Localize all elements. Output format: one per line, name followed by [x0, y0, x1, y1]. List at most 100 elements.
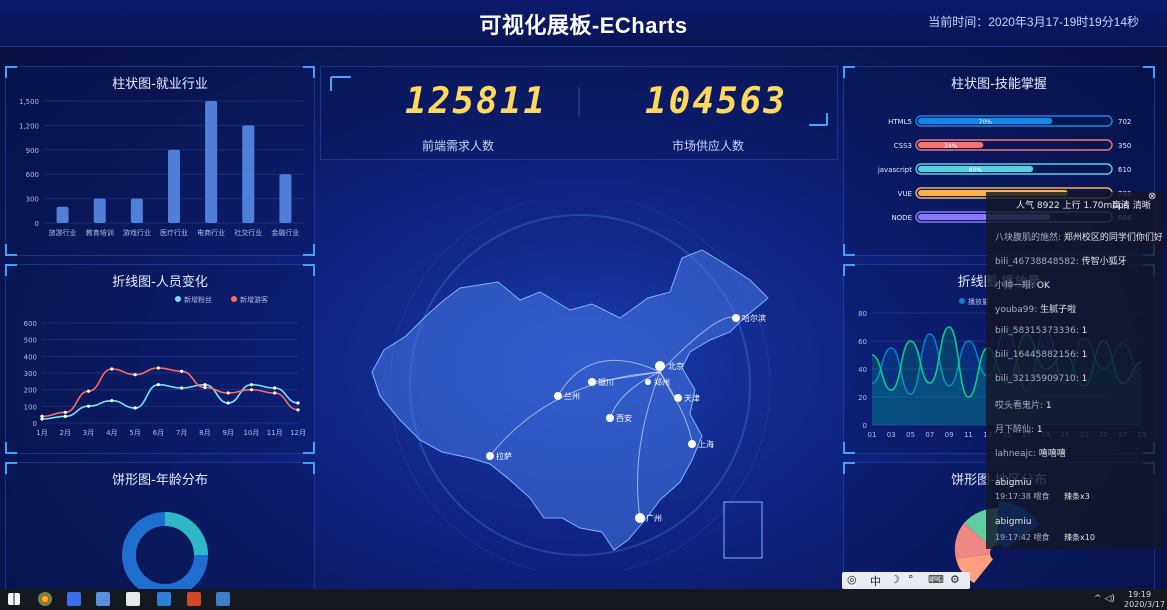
- x-tick-label: 3月: [83, 429, 94, 437]
- city-dot: [655, 361, 665, 371]
- series-point: [156, 366, 160, 370]
- chat-text: 1: [1081, 374, 1088, 384]
- x-tick-label: 金融行业: [271, 228, 299, 237]
- y-tick-label: 1,500: [19, 98, 39, 106]
- y-tick-label: 300: [26, 196, 39, 204]
- legend-marker: [175, 296, 181, 302]
- chat-username[interactable]: youba99:: [995, 305, 1040, 315]
- chrome-icon[interactable]: [38, 592, 52, 606]
- supply-label: 市场供应人数: [672, 139, 745, 153]
- bar: [168, 149, 180, 223]
- series-point: [133, 406, 137, 410]
- chat-username[interactable]: 小帅一眼:: [995, 281, 1037, 291]
- punctuation-icon[interactable]: °: [908, 573, 914, 586]
- legend-label: 新增游客: [240, 295, 268, 304]
- chat-message: 小帅一眼: OK: [995, 278, 1050, 291]
- x-tick-label: 11月: [267, 429, 283, 437]
- panel-title: 柱状图-就业行业: [112, 77, 208, 92]
- chat-username[interactable]: 月下醉仙:: [995, 425, 1037, 435]
- series-point: [110, 367, 114, 371]
- bar: [130, 198, 143, 223]
- line-chart-people: 0 100 200 300 400 500 600 1月 2月 3月 4月 5月 6月 7月 8月 9月 10月…: [24, 295, 306, 437]
- chat-quality[interactable]: 高清 清晰: [1112, 198, 1151, 211]
- series-point: [63, 414, 67, 418]
- legend-marker: [959, 298, 965, 304]
- panel-pie-age: 饼形图-年龄分布: [5, 462, 315, 598]
- tray-date[interactable]: 2020/3/17: [1124, 600, 1165, 609]
- gear-icon[interactable]: ⚙: [950, 573, 960, 586]
- app-icon[interactable]: [96, 592, 110, 606]
- x-tick-label: 6月: [153, 429, 164, 437]
- y-tick-label: 500: [24, 337, 37, 345]
- close-icon[interactable]: ⊗: [1148, 191, 1156, 202]
- x-tick-label: 医疗行业: [160, 228, 188, 237]
- chat-message: 哎头看鬼片: 1: [995, 398, 1052, 411]
- series-point: [63, 410, 67, 414]
- powerpoint-icon[interactable]: [187, 592, 201, 606]
- x-tick-label: 5月: [129, 429, 140, 437]
- skill-percent: 70%: [979, 119, 993, 126]
- x-tick-label: 07: [925, 431, 934, 439]
- y-tick-label: 0: [33, 420, 37, 428]
- skill-label: HTML5: [888, 118, 912, 126]
- supply-number: 104563: [645, 81, 788, 122]
- y-tick-label: 900: [26, 147, 39, 155]
- series-point: [110, 399, 114, 403]
- city-dot: [732, 314, 740, 322]
- skill-total: 350: [1118, 142, 1131, 150]
- chat-username[interactable]: bili_58315373336:: [995, 326, 1082, 336]
- series-point: [296, 401, 300, 405]
- chat-username[interactable]: bili_32135909710:: [995, 374, 1082, 384]
- chat-text: 1: [1081, 350, 1088, 360]
- y-tick-label: 80: [858, 310, 867, 318]
- bar: [93, 198, 106, 223]
- series-point: [226, 391, 230, 395]
- chat-text: 1: [1081, 326, 1088, 336]
- chat-message: lahneajc: 嘻嘻嘻: [995, 446, 1066, 459]
- city-label: 郑州: [654, 377, 670, 387]
- donut-ring-segment: [164, 512, 208, 556]
- y-tick-label: 600: [26, 171, 39, 179]
- vscode-icon[interactable]: [157, 592, 171, 606]
- city-label: 天津: [684, 393, 700, 403]
- city-label: 银川: [598, 377, 614, 387]
- app-icon[interactable]: [126, 592, 140, 606]
- y-tick-label: 400: [24, 353, 37, 361]
- ime-logo-icon[interactable]: ◎: [847, 573, 857, 586]
- chat-username[interactable]: 哎头看鬼片:: [995, 401, 1046, 411]
- tray-icons[interactable]: ^ ◁): [1094, 594, 1115, 604]
- city-dot: [606, 414, 614, 422]
- x-tick-label: 09: [945, 431, 954, 439]
- chat-username[interactable]: 八块腹肌的施然:: [995, 233, 1064, 243]
- app-icon[interactable]: [67, 592, 81, 606]
- moon-icon[interactable]: ☽: [890, 573, 900, 586]
- chat-username[interactable]: bili_16445882156:: [995, 350, 1082, 360]
- city-dot: [486, 452, 494, 460]
- x-tick-label: 游戏行业: [123, 228, 151, 237]
- y-tick-label: 1,200: [19, 122, 39, 130]
- header-bar: 可视化展板-ECharts 当前时间：2020年3月17-19时19分14秒: [0, 0, 1167, 47]
- app-icon[interactable]: [216, 592, 230, 606]
- ime-toolbar[interactable]: ◎ 中 ☽ ° ⌨ ⚙: [842, 572, 970, 589]
- x-tick-label: 4月: [106, 429, 117, 437]
- y-tick-label: 100: [24, 403, 37, 411]
- chat-message: bili_16445882156: 1: [995, 350, 1087, 360]
- y-tick-label: 0: [863, 422, 867, 430]
- demand-label: 前端需求人数: [422, 139, 495, 153]
- series-point: [226, 401, 230, 405]
- y-tick-label: 40: [858, 366, 867, 374]
- start-icon[interactable]: [8, 593, 20, 605]
- china-map: 哈尔滨 北京 天津 银川 兰州 西安 郑州 上海 拉萨 广州: [371, 200, 771, 570]
- city-label: 拉萨: [496, 451, 512, 461]
- chat-username[interactable]: lahneajc:: [995, 449, 1039, 459]
- panel-bar-industry: 柱状图-就业行业 0 300 600 900 1,200 1,500 旅游行业 教育培训 游戏行…: [5, 66, 315, 256]
- panel-title: 柱状图-技能掌握: [951, 77, 1047, 92]
- series-point: [40, 414, 44, 418]
- keyboard-icon[interactable]: ⌨: [928, 573, 944, 586]
- ime-mode[interactable]: 中: [870, 573, 881, 589]
- demand-number: 125811: [405, 81, 548, 122]
- x-tick-label: 10月: [243, 429, 259, 437]
- chat-message: bili_58315373336: 1: [995, 326, 1087, 336]
- tray-time[interactable]: 19:19: [1128, 590, 1151, 599]
- chat-username[interactable]: bili_46738848582:: [995, 257, 1082, 267]
